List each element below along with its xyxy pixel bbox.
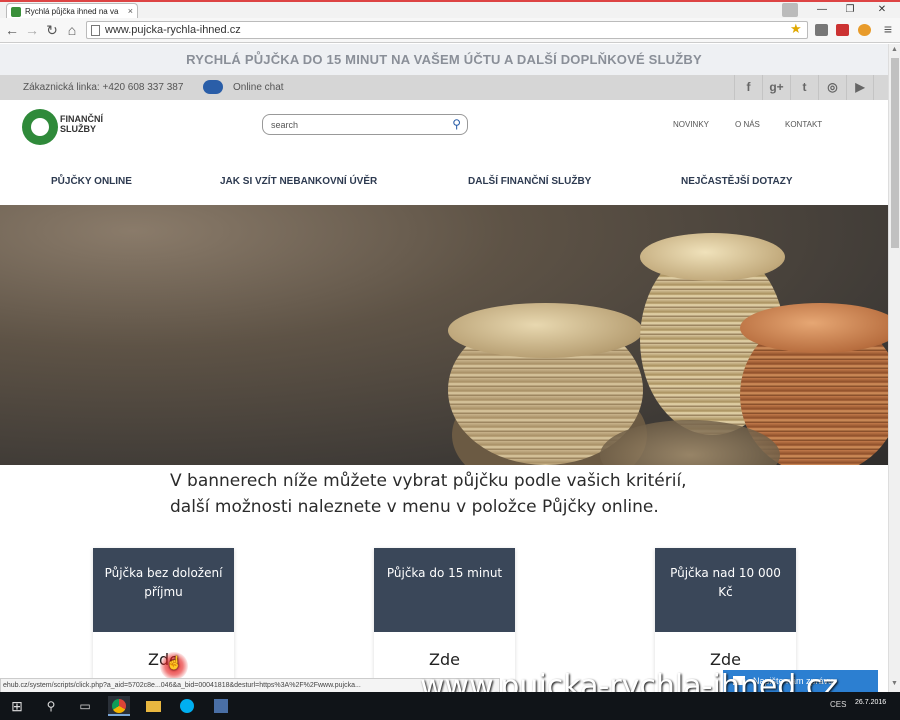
language-flag-icon[interactable]	[836, 24, 849, 36]
main-nav-jak-si-vzit[interactable]: JAK SI VZÍT NEBANKOVNÍ ÚVĚR	[220, 176, 377, 187]
windows-taskbar: ⊞ ⚲ ▭ CES	[0, 692, 900, 720]
chrome-taskbar-icon[interactable]	[108, 696, 130, 716]
logo-text[interactable]: FINANČNÍ SLUŽBY	[60, 114, 130, 134]
promo-banner: RYCHLÁ PŮJČKA DO 15 MINUT NA VAŠEM ÚČTU …	[0, 44, 888, 75]
site-header: FINANČNÍ SLUŽBY search ⚲ NOVINKY O NÁS K…	[0, 100, 888, 153]
chat-bubble-icon[interactable]	[203, 80, 223, 94]
main-nav-dalsi-sluzby[interactable]: DALŠÍ FINANČNÍ SLUŽBY	[468, 176, 591, 187]
browser-titlebar: Rychlá půjčka ihned na va × — ❐ ✕	[0, 0, 900, 20]
youtube-icon[interactable]: ▶	[846, 75, 874, 100]
coin-middle-top	[640, 233, 785, 281]
chrome-menu-icon[interactable]: ≡	[880, 21, 896, 37]
online-chat-link[interactable]: Online chat	[233, 82, 284, 93]
loan-card-title: Půjčka do 15 minut	[374, 548, 515, 632]
facebook-icon[interactable]: f	[734, 75, 762, 100]
hero-coins-image	[0, 205, 888, 465]
customer-phone: Zákaznická linka: +420 608 337 387	[23, 82, 184, 93]
page-scrollbar[interactable]: ▲ ▼	[888, 44, 900, 692]
home-button[interactable]: ⌂	[64, 22, 80, 38]
tab-title: Rychlá půjčka ihned na va	[25, 7, 119, 16]
page-icon	[91, 25, 100, 36]
main-navigation: PŮJČKY ONLINE JAK SI VZÍT NEBANKOVNÍ ÚVĚ…	[0, 153, 888, 205]
loan-card-title: Půjčka bez doložení příjmu	[93, 548, 234, 632]
taskbar-date[interactable]: 26.7.2016	[855, 698, 886, 707]
intro-text: V bannerech níže můžete vybrat půjčku po…	[170, 468, 687, 520]
search-input[interactable]: search ⚲	[262, 114, 468, 135]
scroll-down-icon[interactable]: ▼	[891, 680, 898, 687]
main-nav-pujcky-online[interactable]: PŮJČKY ONLINE	[51, 176, 132, 187]
browser-toolbar: ← → ↻ ⌂ www.pujcka-rychla-ihned.cz ★ ≡	[0, 18, 900, 43]
start-button-icon[interactable]: ⊞	[6, 696, 28, 716]
reload-button[interactable]: ↻	[44, 22, 60, 38]
tab-close-icon[interactable]: ×	[128, 6, 133, 16]
webpage: RYCHLÁ PŮJČKA DO 15 MINUT NA VAŠEM ÚČTU …	[0, 44, 888, 692]
skype-icon[interactable]	[176, 696, 198, 716]
url-text: www.pujcka-rychla-ihned.cz	[105, 24, 241, 36]
nav-link-novinky[interactable]: NOVINKY	[673, 120, 709, 129]
coin-left-top	[448, 303, 643, 358]
close-button[interactable]: ✕	[872, 4, 892, 15]
chrome-logo-icon	[112, 699, 126, 713]
loan-card-title: Půjčka nad 10 000 Kč	[655, 548, 796, 632]
bookmark-star-icon[interactable]: ★	[790, 21, 802, 37]
info-bar: Zákaznická linka: +420 608 337 387 Onlin…	[0, 75, 888, 100]
minimize-button[interactable]: —	[812, 4, 832, 15]
language-indicator[interactable]: CES	[830, 700, 846, 709]
folder-icon	[145, 701, 161, 712]
scrollbar-thumb[interactable]	[891, 58, 899, 248]
forward-button[interactable]: →	[24, 22, 40, 38]
twitter-icon[interactable]: t	[790, 75, 818, 100]
nav-link-o-nas[interactable]: O NÁS	[735, 120, 760, 129]
extension-icon[interactable]	[858, 24, 871, 36]
skype-logo-icon	[180, 699, 194, 713]
nav-link-kontakt[interactable]: KONTAKT	[785, 120, 822, 129]
search-placeholder: search	[271, 120, 299, 130]
app-logo-icon	[214, 699, 228, 713]
intro-line-1: V bannerech níže můžete vybrat půjčku po…	[170, 471, 687, 491]
intro-line-2: další možnosti naleznete v menu v položc…	[170, 497, 659, 517]
extension-mail-icon[interactable]	[815, 24, 828, 36]
instagram-icon[interactable]: ◎	[818, 75, 846, 100]
address-bar[interactable]: www.pujcka-rychla-ihned.cz	[86, 21, 808, 39]
restore-button[interactable]: ❐	[840, 4, 860, 15]
hand-cursor-icon: ☝	[166, 655, 183, 670]
profile-icon[interactable]	[782, 3, 798, 17]
favicon-icon	[11, 7, 21, 17]
logo-mark[interactable]	[22, 109, 58, 145]
taskbar-search-icon[interactable]: ⚲	[40, 696, 62, 716]
coin-copper-top	[740, 303, 888, 353]
google-plus-icon[interactable]: g+	[762, 75, 790, 100]
search-icon[interactable]: ⚲	[452, 117, 461, 131]
file-explorer-icon[interactable]	[142, 696, 164, 716]
app-icon[interactable]	[210, 696, 232, 716]
task-view-icon[interactable]: ▭	[74, 696, 96, 716]
scroll-up-icon[interactable]: ▲	[891, 46, 898, 53]
back-button[interactable]: ←	[4, 22, 20, 38]
main-nav-dotazy[interactable]: NEJČASTĚJŠÍ DOTAZY	[681, 176, 793, 187]
